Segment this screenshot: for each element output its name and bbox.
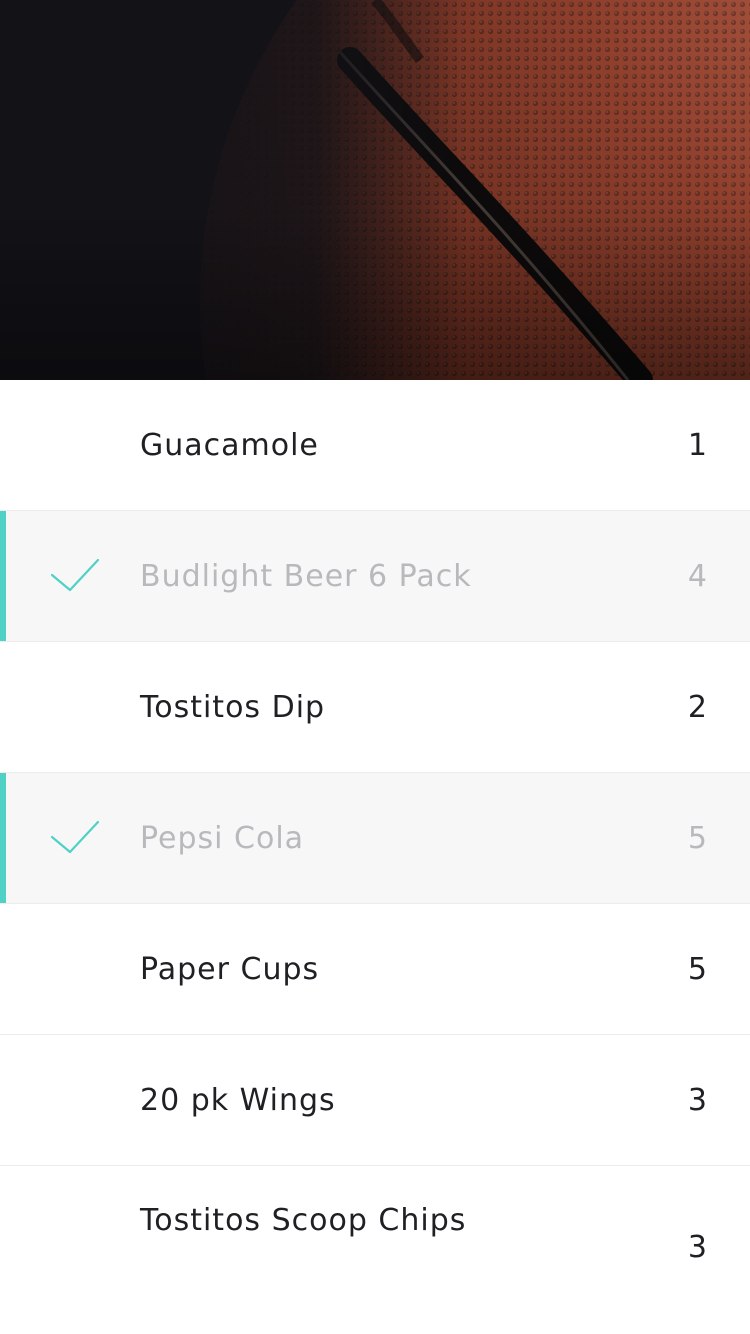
completed-indicator [0, 904, 6, 1034]
item-quantity: 4 [687, 559, 707, 594]
item-name: Budlight Beer 6 Pack [140, 559, 472, 594]
completed-indicator [0, 1166, 6, 1296]
list-item[interactable]: Paper Cups 5 [0, 904, 750, 1035]
completed-indicator [0, 773, 6, 903]
list-item[interactable]: 20 pk Wings 3 [0, 1035, 750, 1166]
item-name: Guacamole [140, 428, 319, 463]
header-image [0, 0, 750, 380]
item-name: Pepsi Cola [140, 821, 305, 856]
basketball-image [0, 0, 750, 380]
list-item[interactable]: Pepsi Cola 5 [0, 773, 750, 904]
checkmark-icon[interactable] [50, 819, 100, 855]
item-name: 20 pk Wings [140, 1083, 336, 1118]
item-quantity: 1 [687, 428, 707, 463]
item-quantity: 3 [687, 1230, 707, 1265]
item-quantity: 5 [687, 821, 707, 856]
item-name: Paper Cups [140, 952, 320, 987]
completed-indicator [0, 1035, 6, 1165]
item-name: Tostitos Scoop Chips [140, 1203, 467, 1238]
list-item[interactable]: Guacamole 1 [0, 380, 750, 511]
item-quantity: 5 [687, 952, 707, 987]
item-name: Tostitos Dip [140, 690, 326, 725]
completed-indicator [0, 511, 6, 641]
completed-indicator [0, 642, 6, 772]
item-quantity: 3 [687, 1083, 707, 1118]
list-item[interactable]: Budlight Beer 6 Pack 4 [0, 511, 750, 642]
list-item[interactable]: Tostitos Scoop Chips 3 [0, 1166, 750, 1296]
completed-indicator [0, 380, 6, 510]
item-quantity: 2 [687, 690, 707, 725]
shopping-list: Guacamole 1 Budlight Beer 6 Pack 4 Tosti… [0, 380, 750, 1334]
list-item[interactable]: Tostitos Dip 2 [0, 642, 750, 773]
checkmark-icon[interactable] [50, 557, 100, 593]
